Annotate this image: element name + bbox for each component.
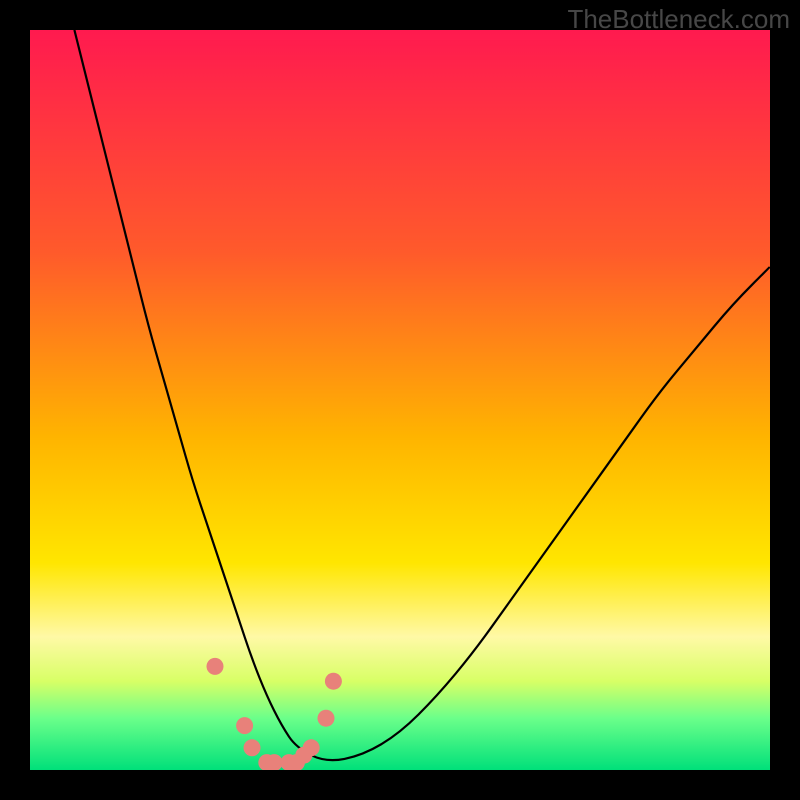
- measured-point: [325, 673, 342, 690]
- outer-frame: TheBottleneck.com: [0, 0, 800, 800]
- gradient-background: [30, 30, 770, 770]
- measured-point: [303, 739, 320, 756]
- measured-point: [244, 739, 261, 756]
- measured-point: [318, 710, 335, 727]
- watermark: TheBottleneck.com: [567, 4, 790, 35]
- measured-point: [236, 717, 253, 734]
- plot-area: [30, 30, 770, 770]
- measured-point: [207, 658, 224, 675]
- bottleneck-chart: [30, 30, 770, 770]
